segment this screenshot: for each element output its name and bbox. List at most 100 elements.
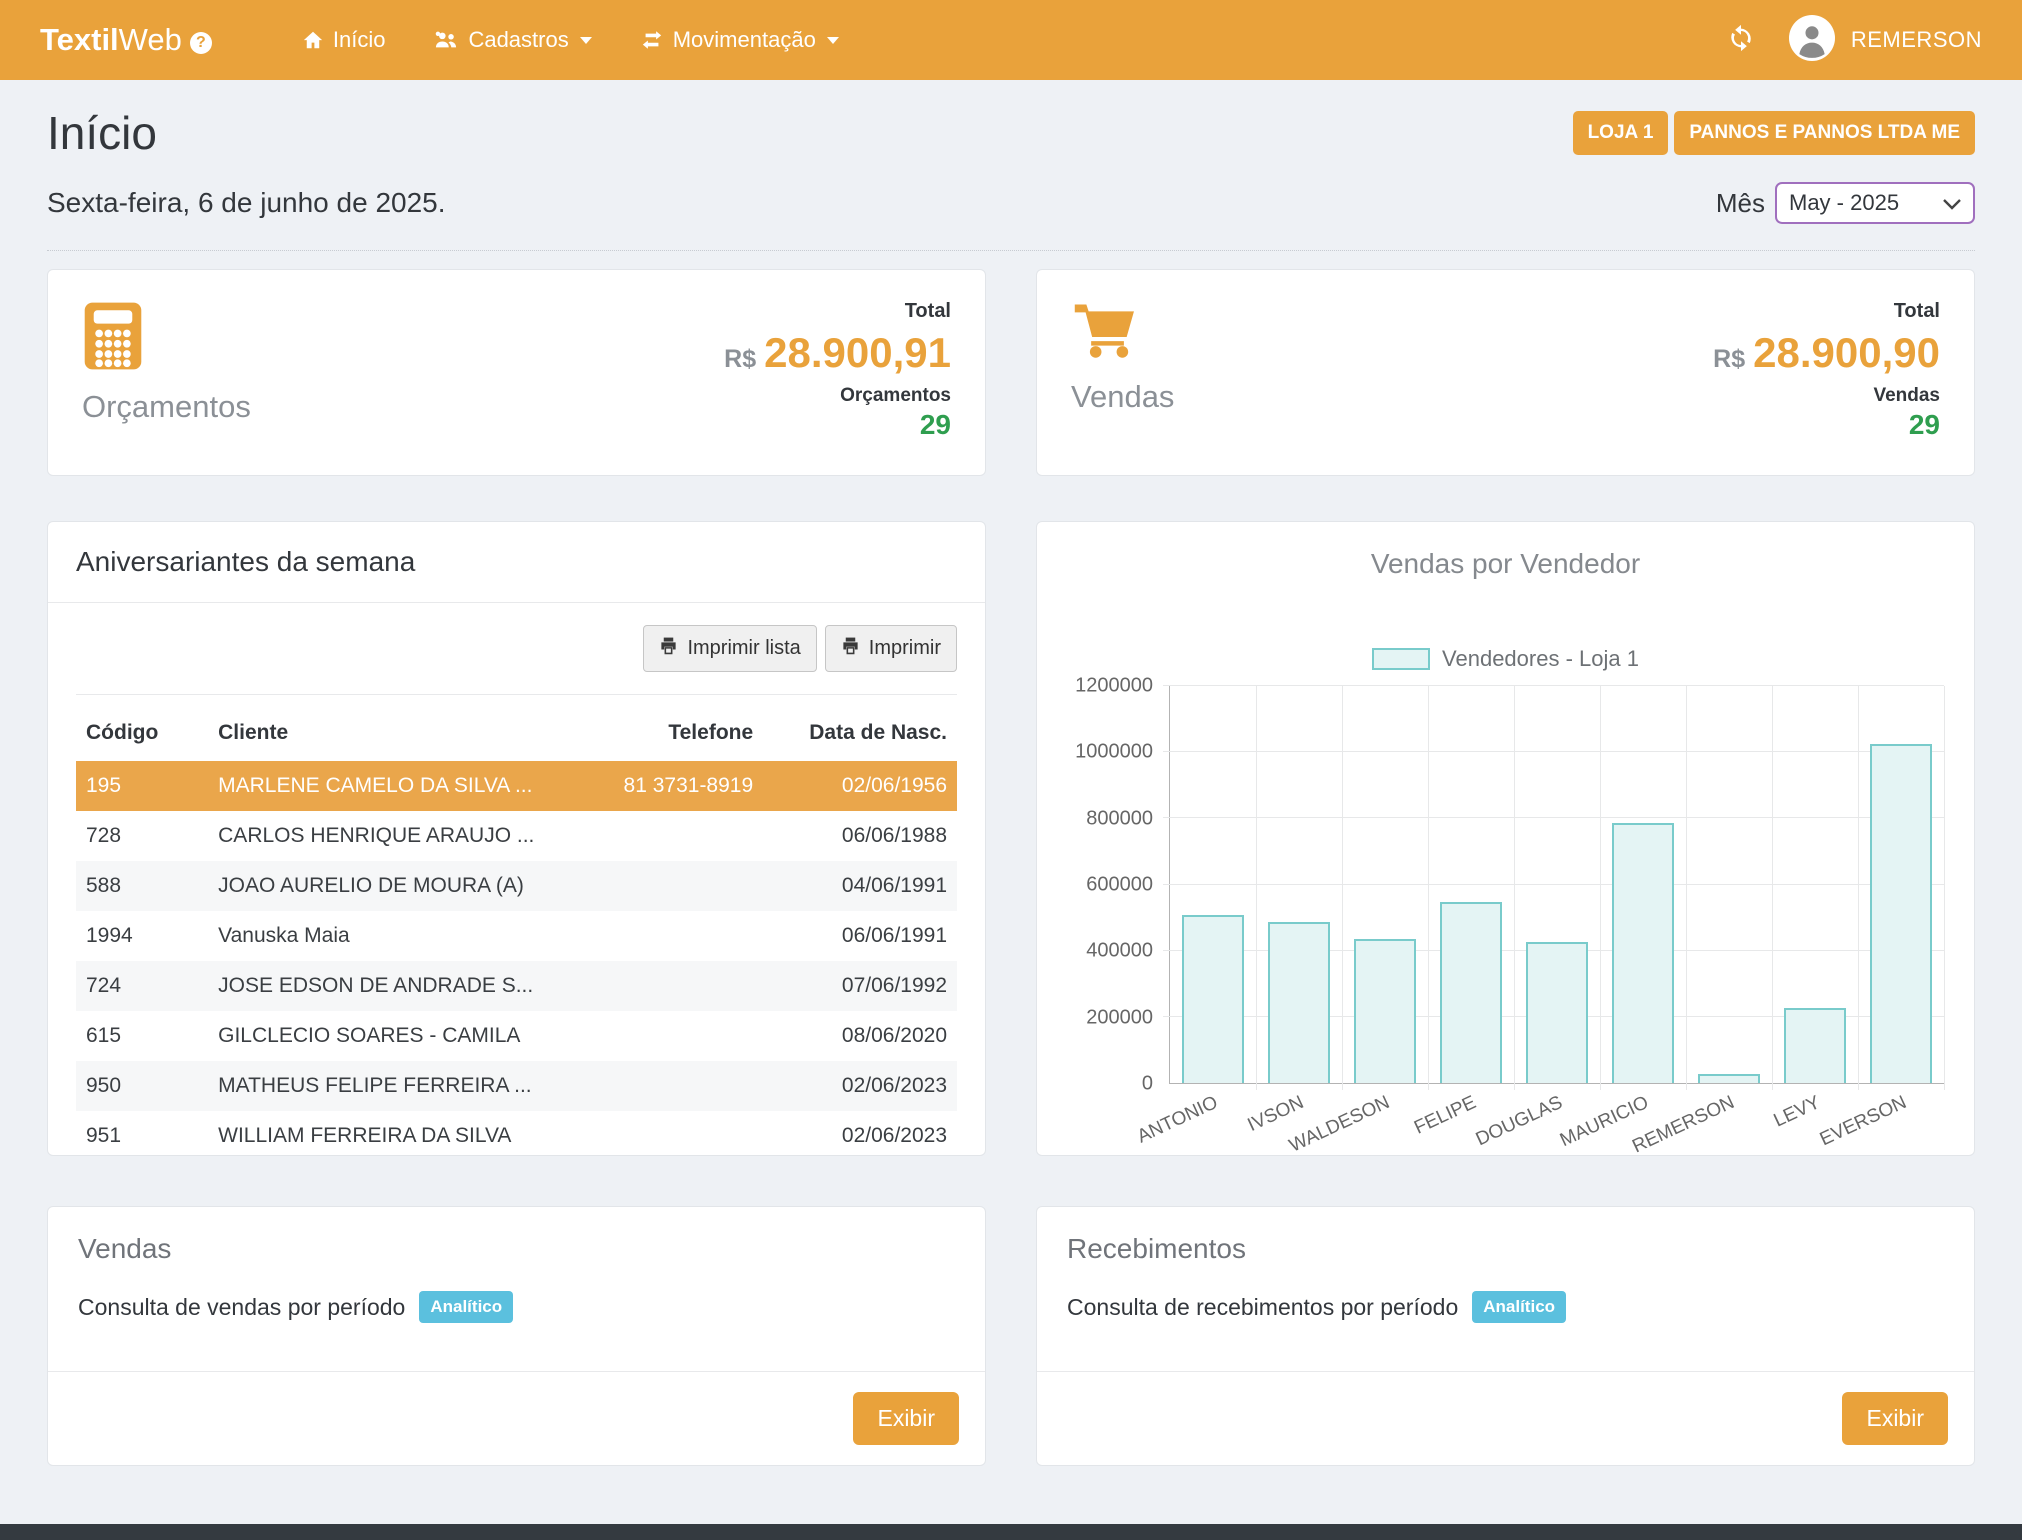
count-label: Orçamentos [724,385,951,407]
cell-codigo: 615 [76,1011,208,1061]
recebimentos-action-card: Recebimentos Consulta de recebimentos po… [1036,1206,1975,1466]
calculator-icon [82,300,144,377]
cell-cliente: GILCLECIO SOARES - CAMILA [208,1011,604,1061]
chart-x-labels: ANTONIOIVSONWALDESONFELIPEDOUGLASMAURICI… [1169,1084,1944,1164]
vendas-summary-card: Vendas Total R$28.900,90 Vendas 29 [1036,269,1975,476]
cell-telefone [605,1011,764,1061]
bar-waldeson [1354,939,1416,1083]
home-icon [302,29,324,51]
current-date: Sexta-feira, 6 de junho de 2025. [47,187,446,219]
x-label-levy: LEVY [1771,1092,1824,1132]
bar-douglas [1526,942,1588,1083]
chart-y-labels: 020000040000060000080000010000001200000 [1061,686,1165,1084]
cell-telefone [605,911,764,961]
chevron-down-icon [827,37,839,44]
summary-label: Vendas [1071,379,1174,415]
bar-mauricio [1612,823,1674,1083]
chevron-down-icon [580,37,592,44]
summary-label: Orçamentos [82,389,251,425]
cell-telefone [605,1061,764,1111]
count-value: 29 [1713,409,1940,441]
print-button[interactable]: Imprimir [825,625,957,672]
store-button[interactable]: LOJA 1 [1573,111,1669,155]
bar-antonio [1182,915,1244,1083]
col-header-cliente[interactable]: Cliente [208,701,604,761]
table-row[interactable]: 1994Vanuska Maia06/06/1991 [76,911,957,961]
nav-item-inicio[interactable]: Início [302,27,386,53]
x-label-antonio: ANTONIO [1134,1092,1221,1148]
cell-cliente: MATHEUS FELIPE FERREIRA ... [208,1061,604,1111]
company-button[interactable]: PANNOS E PANNOS LTDA ME [1674,111,1975,155]
nav-item-movimentacao[interactable]: Movimentação [640,27,839,53]
cell-codigo: 950 [76,1061,208,1111]
x-label-everson: EVERSON [1817,1092,1911,1151]
x-label-douglas: DOUGLAS [1472,1092,1566,1151]
avatar [1789,15,1835,66]
cell-data: 06/06/1991 [763,911,957,961]
brand[interactable]: TextilWeb ? [40,22,212,58]
bar-levy [1784,1008,1846,1083]
table-row[interactable]: 950MATHEUS FELIPE FERREIRA ...02/06/2023 [76,1061,957,1111]
birthdays-title: Aniversariantes da semana [76,546,957,578]
table-row[interactable]: 588JOAO AURELIO DE MOURA (A)04/06/1991 [76,861,957,911]
exibir-vendas-button[interactable]: Exibir [853,1392,959,1445]
users-icon [433,29,459,51]
total-amount: 28.900,90 [1753,329,1940,376]
cell-codigo: 724 [76,961,208,1011]
action-title: Recebimentos [1067,1233,1944,1265]
nav-item-label: Movimentação [673,27,816,53]
total-label: Total [724,300,951,323]
y-tick-label: 400000 [1086,940,1153,963]
analitico-badge: Analítico [1472,1291,1566,1323]
help-icon[interactable]: ? [190,32,212,54]
currency: R$ [724,345,756,373]
chart-legend[interactable]: Vendedores - Loja 1 [1037,646,1974,672]
action-description: Consulta de recebimentos por período [1067,1294,1458,1321]
chevron-down-icon [1943,190,1961,216]
month-select[interactable]: May - 2025 [1775,182,1975,224]
table-row[interactable]: 724JOSE EDSON DE ANDRADE S...07/06/1992 [76,961,957,1011]
cell-data: 07/06/1992 [763,961,957,1011]
legend-label: Vendedores - Loja 1 [1442,646,1639,672]
birthdays-table-body: 195MARLENE CAMELO DA SILVA ...81 3731-89… [76,761,957,1156]
count-label: Vendas [1713,385,1940,407]
print-list-button[interactable]: Imprimir lista [643,625,816,672]
bar-remerson [1698,1074,1760,1083]
nav-item-cadastros[interactable]: Cadastros [433,27,591,53]
month-select-value: May - 2025 [1789,190,1899,216]
col-header-data[interactable]: Data de Nasc. [763,701,957,761]
footer-strip [0,1524,2022,1540]
page-title: Início [47,106,157,160]
user-menu[interactable]: REMERSON [1789,15,1982,66]
currency: R$ [1713,345,1745,373]
nav-item-label: Cadastros [468,27,568,53]
col-header-telefone[interactable]: Telefone [605,701,764,761]
table-row[interactable]: 195MARLENE CAMELO DA SILVA ...81 3731-89… [76,761,957,811]
birthdays-table: Código Cliente Telefone Data de Nasc. 19… [76,701,957,1156]
cell-codigo: 728 [76,811,208,861]
print-list-label: Imprimir lista [687,637,800,660]
col-header-codigo[interactable]: Código [76,701,208,761]
cell-data: 04/06/1991 [763,861,957,911]
x-label-ivson: IVSON [1245,1092,1308,1137]
vendas-action-card: Vendas Consulta de vendas por período An… [47,1206,986,1466]
refresh-icon[interactable] [1727,24,1755,57]
printer-icon [841,636,860,661]
birthdays-card: Aniversariantes da semana Imprimir lista… [47,521,986,1156]
cell-cliente: WILLIAM FERREIRA DA SILVA [208,1111,604,1156]
navbar: TextilWeb ? Início Cadastros Movimentaçã… [0,0,2022,80]
total-amount: 28.900,91 [764,329,951,376]
y-tick-label: 1000000 [1075,741,1153,764]
table-row[interactable]: 728CARLOS HENRIQUE ARAUJO ...06/06/1988 [76,811,957,861]
exibir-recebimentos-button[interactable]: Exibir [1842,1392,1948,1445]
table-row[interactable]: 951WILLIAM FERREIRA DA SILVA02/06/2023 [76,1111,957,1156]
cell-cliente: JOAO AURELIO DE MOURA (A) [208,861,604,911]
bar-felipe [1440,902,1502,1083]
cell-data: 02/06/1956 [763,761,957,811]
sales-chart-card: Vendas por Vendedor Vendedores - Loja 1 … [1036,521,1975,1156]
table-row[interactable]: 615GILCLECIO SOARES - CAMILA08/06/2020 [76,1011,957,1061]
chart-plot [1169,686,1944,1084]
brand-text: TextilWeb [40,22,182,58]
cart-icon [1071,300,1139,367]
analitico-badge: Analítico [419,1291,513,1323]
